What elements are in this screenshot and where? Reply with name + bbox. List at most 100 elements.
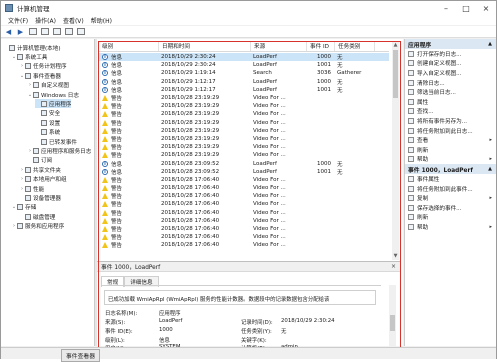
action-icon [408, 79, 414, 86]
menu-file[interactable]: 文件(F) [8, 16, 28, 25]
status-text: 事件查看器 [61, 349, 100, 362]
tree-node-label: 任务计划程序 [33, 64, 67, 71]
back-arrow-icon[interactable]: ◀ [4, 27, 13, 36]
tree-node-icon [25, 176, 31, 183]
action-label: 将任务附加到此日志... [417, 128, 473, 135]
title-bar: 计算机管理 – □ × [1, 1, 496, 15]
tree-node[interactable]: ⌄ 存储 [11, 203, 36, 212]
maximize-button[interactable]: □ [456, 1, 476, 15]
action-item[interactable]: 将任务附加到此事件... [405, 184, 496, 194]
action-item[interactable]: 查看 ▸ [405, 135, 496, 145]
collapse-caret-icon[interactable]: ▲ [488, 41, 492, 47]
tree-node[interactable]: 设置 [35, 118, 60, 127]
minimize-button[interactable]: – [436, 1, 456, 15]
menu-bar: 文件(F) 操作(A) 查看(V) 帮助(H) [1, 15, 496, 25]
action-label: 刷新 [417, 215, 429, 222]
tree-node[interactable]: ⌄ 事件查看器 [19, 71, 61, 80]
tree-node-icon [9, 44, 15, 51]
tree-node-icon [25, 72, 31, 79]
tree-node-label: 系统 [49, 130, 61, 137]
forward-arrow-icon[interactable]: ▶ [16, 27, 25, 36]
action-icon [408, 69, 414, 76]
action-icon [408, 127, 414, 134]
action-icon [408, 146, 414, 153]
tree-node-icon [33, 82, 39, 89]
tree-node-label: 设置 [49, 120, 61, 127]
show-pane-icon[interactable] [77, 28, 85, 35]
tree-node-label: 计算机管理(本地) [17, 45, 61, 52]
submenu-arrow-icon: ▸ [489, 223, 492, 230]
tree-node[interactable]: › 性能 [19, 184, 44, 193]
tree-node-label: 磁盘管理 [33, 214, 56, 221]
action-label: 刷新 [417, 147, 429, 154]
action-item[interactable]: 事件属性 [405, 174, 496, 184]
properties-icon[interactable] [53, 28, 61, 35]
status-bar: 事件查看器 [1, 347, 496, 362]
tree-node[interactable]: 订阅 [27, 156, 52, 165]
action-icon [408, 117, 414, 124]
action-label: 保存选择的事件... [417, 205, 462, 212]
tree-node[interactable]: › 共享文件夹 [19, 165, 61, 174]
action-item[interactable]: 刷新 [405, 213, 496, 223]
action-item[interactable]: 导入自定义视图... [405, 68, 496, 78]
action-label: 将所有事件另存为... [417, 118, 468, 125]
action-label: 帮助 [417, 157, 429, 164]
navigation-tree: 计算机管理(本地) ⌄ 系统工具 › 任务计划程序 ⌄ 事件查看器 › 自定义视图 ⌄ Window… [1, 39, 95, 346]
action-item[interactable]: 创建自定义视图... [405, 59, 496, 69]
tree-node[interactable]: 计算机管理(本地) [3, 43, 61, 52]
tree-node-icon [17, 223, 23, 230]
submenu-arrow-icon: ▸ [489, 137, 492, 144]
action-item[interactable]: 筛选当前日志... [405, 87, 496, 97]
action-icon [408, 185, 414, 192]
action-item[interactable]: 查找... [405, 107, 496, 117]
menu-action[interactable]: 操作(A) [35, 16, 56, 25]
action-icon [408, 60, 414, 67]
tree-node[interactable]: › 服务和应用程序 [11, 222, 64, 231]
menu-help[interactable]: 帮助(H) [91, 16, 112, 25]
action-item[interactable]: 帮助 ▸ [405, 155, 496, 165]
action-item[interactable]: 清除日志... [405, 78, 496, 88]
actions-section-event[interactable]: 事件 1000，LoadPerf ▲ [405, 164, 496, 175]
collapse-caret-icon[interactable]: ▲ [488, 166, 492, 172]
tree-node-label: 自定义视图 [41, 83, 69, 90]
tree-node[interactable]: › 应用程序和服务日志 [27, 146, 91, 155]
actions-section-title: 事件 1000，LoadPerf [408, 167, 473, 174]
action-icon [408, 195, 414, 202]
tree-node[interactable]: 应用程序 [35, 99, 72, 109]
show-hide-tree-icon[interactable] [41, 28, 49, 35]
action-label: 清除日志... [417, 80, 445, 87]
tree-node-label: 已转发事件 [49, 139, 77, 146]
tree-node-label: 性能 [33, 186, 45, 193]
tree-node[interactable]: 系统 [35, 128, 60, 137]
tree-node[interactable]: › 自定义视图 [27, 81, 69, 90]
tree-node[interactable]: 已转发事件 [35, 137, 77, 146]
action-item[interactable]: 将所有事件另存为... [405, 116, 496, 126]
action-item[interactable]: 刷新 [405, 145, 496, 155]
menu-view[interactable]: 查看(V) [63, 16, 84, 25]
tree-node[interactable]: 设备管理器 [19, 193, 61, 202]
close-button[interactable]: × [476, 1, 496, 15]
action-item[interactable]: 帮助 ▸ [405, 222, 496, 232]
action-item[interactable]: 将任务附加到此日志... [405, 126, 496, 136]
tree-node[interactable]: › 本地用户和组 [19, 175, 67, 184]
action-icon [408, 137, 414, 144]
action-item[interactable]: 打开保存的日志... [405, 49, 496, 59]
action-item[interactable]: 属性 [405, 97, 496, 107]
tree-node-icon [41, 129, 47, 136]
tree-node[interactable]: ⌄ Windows 日志 [27, 90, 79, 99]
tree-node-icon [33, 91, 39, 98]
tree-node[interactable]: 安全 [35, 109, 60, 118]
tree-node-icon [41, 138, 47, 145]
action-icon [408, 175, 414, 182]
tree-node[interactable]: ⌄ 系统工具 [11, 52, 47, 61]
toolbar: ◀ ▶ [1, 26, 496, 38]
tree-node[interactable]: › 任务计划程序 [19, 62, 67, 71]
action-icon [408, 156, 414, 163]
tree-node[interactable]: 磁盘管理 [19, 212, 55, 221]
action-item[interactable]: 复制 ▸ [405, 193, 496, 203]
up-folder-icon[interactable] [29, 28, 37, 35]
action-item[interactable]: 保存选择的事件... [405, 203, 496, 213]
help-icon[interactable] [65, 28, 73, 35]
actions-section-application[interactable]: 应用程序 ▲ [405, 39, 496, 49]
action-label: 创建自定义视图... [417, 61, 462, 68]
